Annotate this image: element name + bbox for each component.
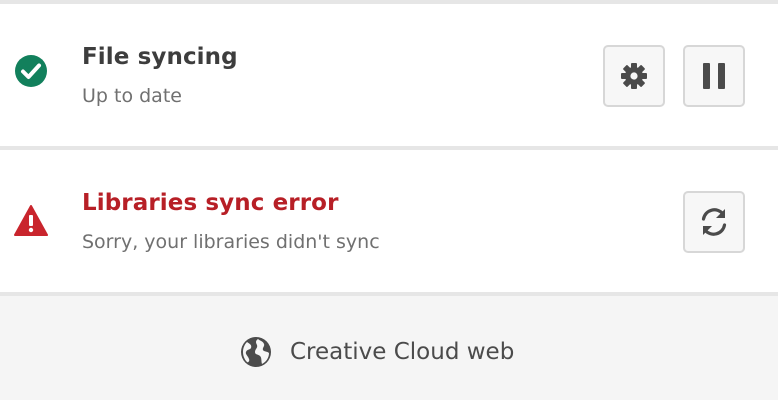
libraries-sync-status: Sorry, your libraries didn't sync xyxy=(82,231,380,253)
creative-cloud-web-link[interactable]: Creative Cloud web xyxy=(240,336,514,368)
check-circle-icon xyxy=(15,55,47,87)
libraries-sync-title: Libraries sync error xyxy=(82,190,339,216)
settings-button[interactable] xyxy=(603,45,665,107)
retry-sync-button[interactable] xyxy=(683,191,745,253)
refresh-icon xyxy=(701,208,727,236)
file-sync-row: File syncing Up to date xyxy=(0,4,778,146)
pause-icon xyxy=(703,63,725,89)
file-sync-title: File syncing xyxy=(82,44,238,70)
pause-button[interactable] xyxy=(683,45,745,107)
globe-icon xyxy=(241,337,271,367)
gear-icon xyxy=(621,63,647,89)
alert-triangle-icon xyxy=(14,205,48,236)
creative-cloud-web-label: Creative Cloud web xyxy=(290,339,515,365)
file-sync-status: Up to date xyxy=(82,85,182,107)
footer: Creative Cloud web xyxy=(0,296,778,400)
libraries-sync-row: Libraries sync error Sorry, your librari… xyxy=(0,150,778,292)
